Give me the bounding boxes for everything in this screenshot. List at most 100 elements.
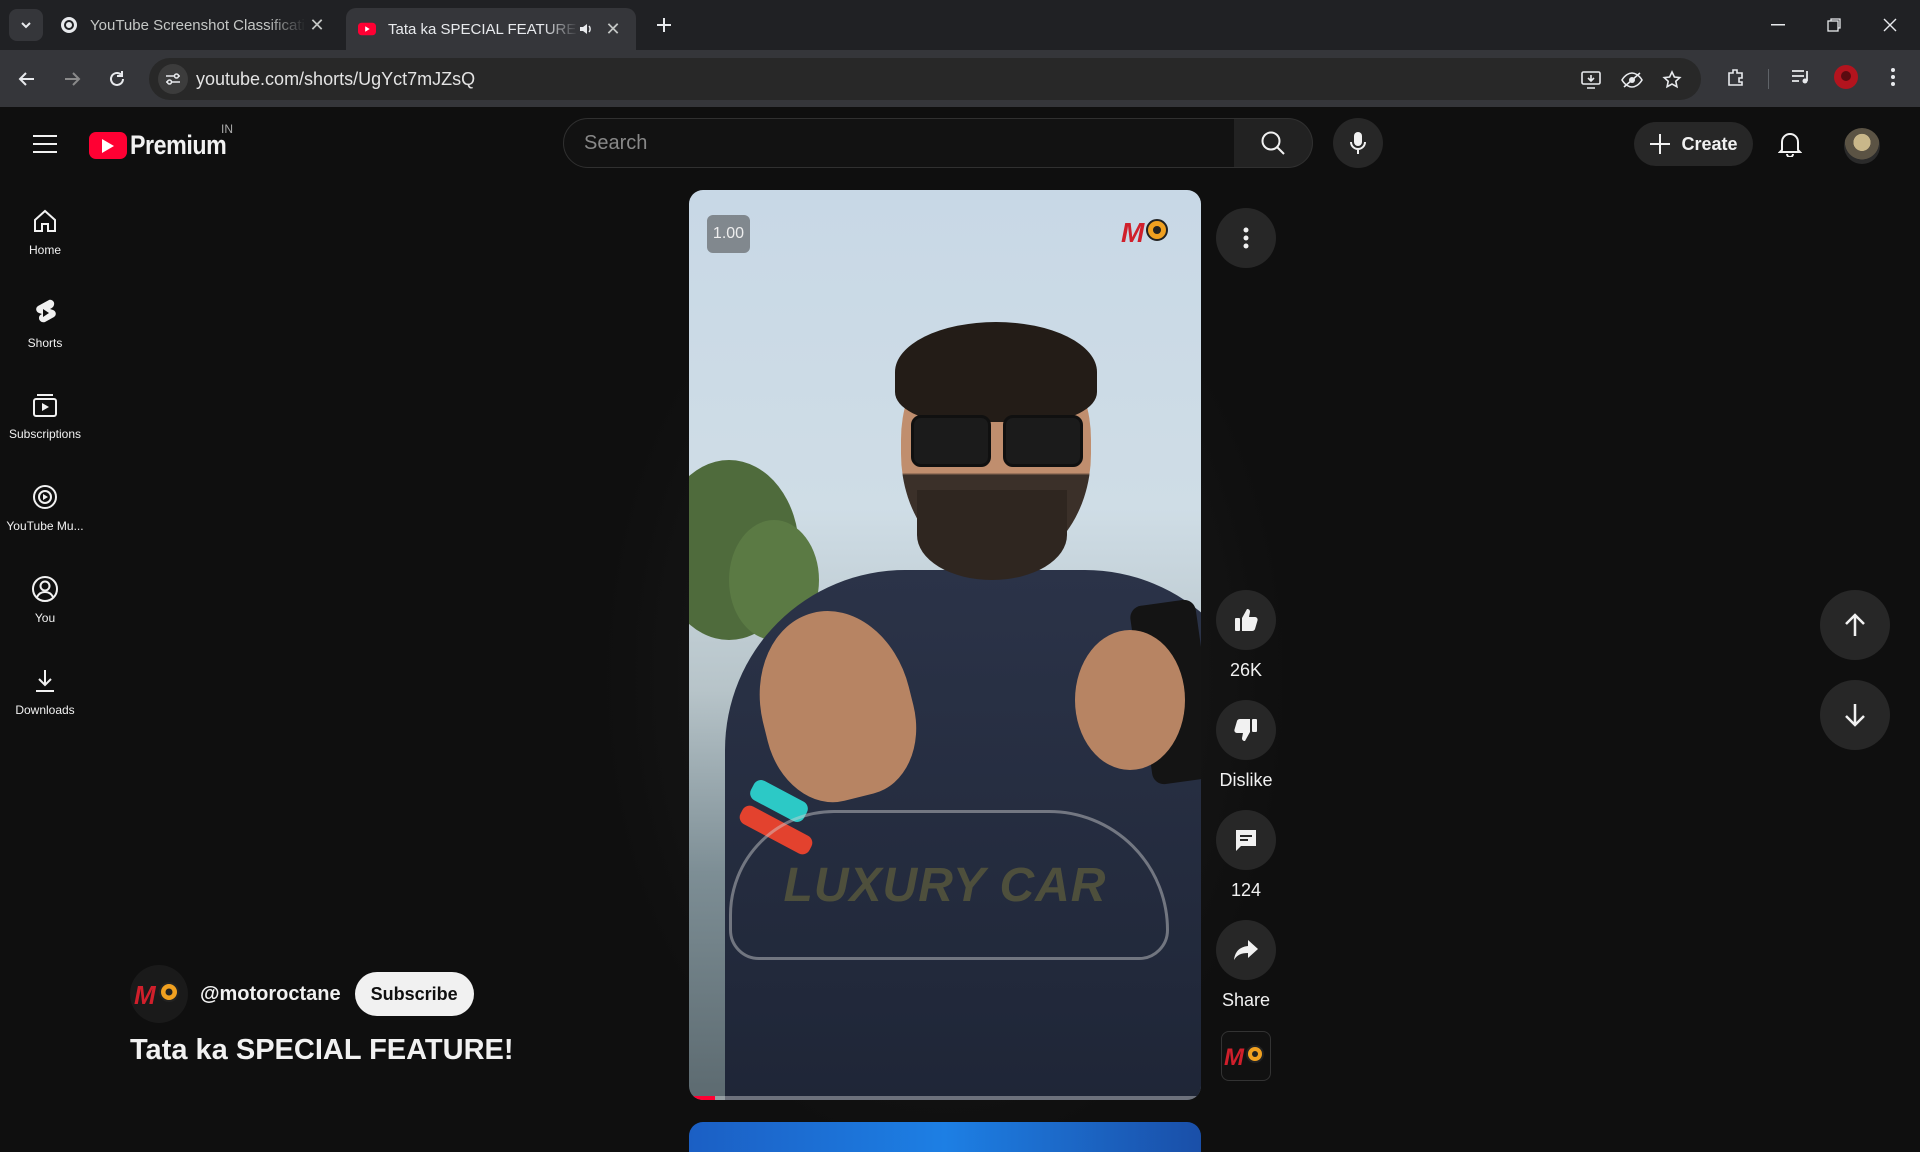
- toolbar-divider: [1768, 69, 1769, 89]
- shorts-video-player[interactable]: LUXURY CAR 1.00 M: [689, 190, 1201, 1100]
- video-overlay-text: LUXURY CAR: [783, 859, 1107, 912]
- more-vertical-icon: [1243, 227, 1249, 249]
- channel-logo-icon: M: [134, 980, 179, 1010]
- like-count: 26K: [1229, 660, 1263, 680]
- arrow-left-icon: [18, 72, 34, 86]
- chatgpt-favicon-icon: [60, 16, 78, 34]
- install-app-icon[interactable]: [1580, 69, 1602, 91]
- home-icon: [34, 209, 56, 232]
- like-action: 26K: [1216, 590, 1276, 681]
- browser-tab-strip: YouTube Screenshot Classificati ✕ Tata k…: [0, 0, 1920, 50]
- search-input[interactable]: Search: [563, 118, 1235, 168]
- reload-button[interactable]: [103, 65, 131, 93]
- page-scrollbar[interactable]: [1912, 200, 1920, 1140]
- guide-item-home[interactable]: Home: [4, 192, 86, 272]
- extensions-icon[interactable]: [1724, 65, 1748, 89]
- youtube-masthead: Premium IN Search Create: [0, 108, 1920, 180]
- forward-button[interactable]: [58, 65, 86, 93]
- minimize-icon: [1771, 24, 1785, 26]
- dislike-action: Dislike: [1216, 700, 1276, 791]
- back-button[interactable]: [13, 65, 41, 93]
- notifications-button[interactable]: [1774, 128, 1806, 160]
- account-avatar[interactable]: [1844, 128, 1880, 164]
- plus-icon: [1650, 134, 1671, 154]
- next-short-preview[interactable]: [689, 1122, 1201, 1152]
- tab-search-button[interactable]: [9, 9, 43, 41]
- guide-menu-button[interactable]: [28, 128, 62, 160]
- guide-item-label: Subscriptions: [8, 427, 82, 441]
- arrow-up-icon: [1845, 613, 1865, 636]
- dislike-label: Dislike: [1219, 770, 1273, 790]
- comment-count: 124: [1230, 880, 1262, 900]
- guide-item-shorts[interactable]: Shorts: [4, 284, 86, 364]
- guide-item-downloads[interactable]: Downloads: [4, 652, 86, 732]
- media-control-icon[interactable]: [1789, 65, 1813, 89]
- tab-title: Tata ka SPECIAL FEATURE! -: [388, 20, 578, 38]
- subscriptions-icon: [33, 394, 57, 417]
- hamburger-icon: [33, 143, 57, 145]
- voice-search-button[interactable]: [1333, 118, 1383, 168]
- previous-short-button[interactable]: [1820, 590, 1890, 660]
- arrow-right-icon: [65, 72, 81, 86]
- restore-icon: [1827, 18, 1841, 32]
- guide-item-youtube-music[interactable]: YouTube Mu...: [4, 468, 86, 548]
- channel-avatar[interactable]: M: [130, 965, 188, 1023]
- guide-item-subscriptions[interactable]: Subscriptions: [4, 376, 86, 456]
- shorts-icon: [36, 299, 56, 323]
- video-person-glasses: [911, 415, 1083, 467]
- profile-avatar-icon[interactable]: [1834, 65, 1858, 89]
- like-button[interactable]: [1216, 590, 1276, 650]
- channel-watermark-logo: M: [1119, 212, 1173, 252]
- speaker-icon[interactable]: [578, 21, 594, 37]
- sound-pivot-button[interactable]: M: [1221, 1031, 1271, 1081]
- guide-item-label: YouTube Mu...: [6, 519, 84, 533]
- guide-item-label: You: [34, 611, 56, 625]
- search-button[interactable]: [1234, 118, 1313, 168]
- create-button[interactable]: Create: [1634, 122, 1753, 166]
- arrow-down-icon: [1845, 704, 1865, 727]
- youtube-music-icon: [33, 485, 57, 509]
- svg-text:M: M: [134, 980, 157, 1010]
- tracking-protection-icon[interactable]: [1621, 69, 1643, 91]
- address-bar[interactable]: youtube.com/shorts/UgYct7mJZsQ: [149, 58, 1701, 100]
- video-progress-bar[interactable]: [689, 1096, 1201, 1100]
- browser-tab-1[interactable]: YouTube Screenshot Classificati ✕: [48, 6, 340, 44]
- share-action: Share: [1216, 920, 1276, 1011]
- close-icon: [1883, 18, 1897, 32]
- close-window-button[interactable]: [1862, 0, 1918, 50]
- restore-button[interactable]: [1806, 0, 1862, 50]
- browser-menu-icon[interactable]: [1881, 65, 1905, 89]
- browser-tab-2[interactable]: Tata ka SPECIAL FEATURE! - ✕: [346, 8, 636, 50]
- guide-item-label: Home: [28, 243, 61, 257]
- guide-item-you[interactable]: You: [4, 560, 86, 640]
- hamburger-icon: [33, 135, 57, 137]
- channel-logo-icon: M: [1224, 1044, 1264, 1071]
- site-info-icon[interactable]: [158, 64, 188, 94]
- youtube-play-logo-icon: [89, 132, 127, 159]
- youtube-premium-logo[interactable]: Premium IN: [89, 122, 242, 161]
- comments-action: 124: [1216, 810, 1276, 901]
- comments-button[interactable]: [1216, 810, 1276, 870]
- new-tab-button[interactable]: [652, 13, 676, 37]
- create-label: Create: [1681, 133, 1738, 154]
- next-short-button[interactable]: [1820, 680, 1890, 750]
- browser-toolbar: youtube.com/shorts/UgYct7mJZsQ: [0, 50, 1920, 108]
- close-tab-icon[interactable]: ✕: [602, 18, 624, 40]
- country-code: IN: [221, 122, 233, 136]
- bookmark-star-icon[interactable]: [1661, 69, 1683, 91]
- dislike-button[interactable]: [1216, 700, 1276, 760]
- subscribe-button[interactable]: Subscribe: [354, 972, 474, 1016]
- share-button[interactable]: [1216, 920, 1276, 980]
- minimize-button[interactable]: [1750, 0, 1806, 50]
- playback-speed-badge[interactable]: 1.00: [707, 215, 750, 253]
- chevron-down-icon: [21, 22, 31, 29]
- channel-handle[interactable]: @motoroctane: [200, 983, 341, 1006]
- brand-word: Premium: [130, 130, 227, 160]
- svg-text:M: M: [1224, 1044, 1245, 1071]
- microphone-icon: [1350, 132, 1366, 154]
- close-tab-icon[interactable]: ✕: [306, 14, 328, 36]
- bell-icon: [1778, 133, 1802, 157]
- search-icon: [1261, 131, 1285, 155]
- more-actions-button[interactable]: [1216, 208, 1276, 268]
- video-progress-fill: [689, 1096, 715, 1100]
